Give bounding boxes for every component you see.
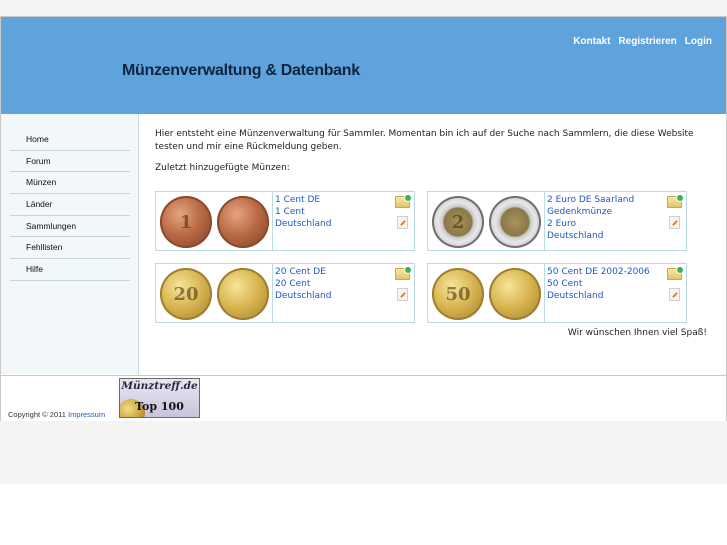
sidebar-item-hilfe[interactable]: Hilfe (10, 259, 130, 281)
coin-images[interactable]: 50 (428, 264, 545, 322)
coin-country-link[interactable]: Deutschland (547, 230, 665, 242)
muenztreff-top100-badge[interactable]: Münztreff.de Top 100 (119, 378, 200, 418)
coin-card: 2 2 Euro DE Saarland Gedenkmünze 2 Euro … (427, 191, 687, 251)
coin-info: 20 Cent DE 20 Cent Deutschland (275, 266, 331, 302)
coin-name-link[interactable]: 20 Cent DE (275, 266, 331, 278)
sidebar-item-home[interactable]: Home (10, 129, 130, 151)
coin-denomination-link[interactable]: 1 Cent (275, 206, 331, 218)
coin-info: 1 Cent DE 1 Cent Deutschland (275, 194, 331, 230)
coin-front-image[interactable]: 1 (160, 196, 212, 248)
coin-card: 50 50 Cent DE 2002-2006 50 Cent Deutschl… (427, 263, 687, 323)
folder-add-icon[interactable] (395, 194, 412, 208)
recent-coins-heading: Zuletzt hinzugefügte Münzen: (155, 163, 290, 173)
sidebar-item-muenzen[interactable]: Münzen (10, 172, 130, 195)
page-container: Münzenverwaltung & Datenbank Kontakt Reg… (0, 16, 727, 421)
coin-card: 20 20 Cent DE 20 Cent Deutschland (155, 263, 415, 323)
coin-images[interactable]: 2 (428, 192, 545, 250)
coin-country-link[interactable]: Deutschland (275, 290, 331, 302)
coin-back-image[interactable] (217, 196, 269, 248)
coin-face-value: 20 (173, 283, 199, 305)
coin-name-link[interactable]: 2 Euro DE Saarland Gedenkmünze (547, 194, 665, 218)
edit-icon[interactable] (669, 288, 680, 301)
sidebar-item-laender[interactable]: Länder (10, 194, 130, 216)
coin-front-image[interactable]: 50 (432, 268, 484, 320)
coin-back-image[interactable] (489, 196, 541, 248)
folder-add-icon[interactable] (667, 194, 684, 208)
main-content: Hier entsteht eine Münzenverwaltung für … (140, 114, 726, 374)
coin-card: 1 1 Cent DE 1 Cent Deutschland (155, 191, 415, 251)
copyright: Copyright © 2011 Impressum (8, 410, 105, 419)
intro-text: Hier entsteht eine Münzenverwaltung für … (155, 129, 694, 152)
kontakt-link[interactable]: Kontakt (573, 36, 610, 47)
page-bottom-band (0, 421, 727, 484)
badge-title: Münztreff.de (121, 380, 198, 392)
sidebar-nav: Home Forum Münzen Länder Sammlungen Fehl… (10, 129, 130, 281)
sidebar-item-fehllisten[interactable]: Fehllisten (10, 237, 130, 260)
coin-info: 2 Euro DE Saarland Gedenkmünze 2 Euro De… (547, 194, 665, 242)
sidebar: Home Forum Münzen Länder Sammlungen Fehl… (1, 114, 139, 374)
site-header: Münzenverwaltung & Datenbank Kontakt Reg… (1, 17, 726, 114)
coin-denomination-link[interactable]: 20 Cent (275, 278, 331, 290)
coin-denomination-link[interactable]: 50 Cent (547, 278, 650, 290)
browser-top-strip (0, 0, 727, 16)
coin-images[interactable]: 20 (156, 264, 273, 322)
coin-info: 50 Cent DE 2002-2006 50 Cent Deutschland (547, 266, 650, 302)
edit-icon[interactable] (669, 216, 680, 229)
edit-icon[interactable] (397, 216, 408, 229)
folder-add-icon[interactable] (395, 266, 412, 280)
coin-front-image[interactable]: 20 (160, 268, 212, 320)
coin-images[interactable]: 1 (156, 192, 273, 250)
coin-face-value: 2 (451, 211, 465, 233)
site-footer: Copyright © 2011 Impressum Münztreff.de … (1, 375, 726, 421)
coin-face-value: 50 (445, 283, 471, 305)
coin-country-link[interactable]: Deutschland (275, 218, 331, 230)
coin-name-link[interactable]: 1 Cent DE (275, 194, 331, 206)
closing-message: Wir wünschen Ihnen viel Spaß! (567, 328, 707, 338)
sidebar-item-forum[interactable]: Forum (10, 151, 130, 173)
coin-front-image[interactable]: 2 (432, 196, 484, 248)
impressum-link[interactable]: Impressum (68, 410, 105, 419)
coin-back-image[interactable] (217, 268, 269, 320)
top-navigation: Kontakt Registrieren Login (573, 36, 712, 47)
login-link[interactable]: Login (685, 36, 712, 47)
coin-country-link[interactable]: Deutschland (547, 290, 650, 302)
coin-name-link[interactable]: 50 Cent DE 2002-2006 (547, 266, 650, 278)
coin-denomination-link[interactable]: 2 Euro (547, 218, 665, 230)
copyright-text: Copyright © 2011 (8, 410, 66, 419)
edit-icon[interactable] (397, 288, 408, 301)
coin-face-value: 1 (179, 211, 193, 233)
coin-back-image[interactable] (489, 268, 541, 320)
folder-add-icon[interactable] (667, 266, 684, 280)
sidebar-item-sammlungen[interactable]: Sammlungen (10, 216, 130, 238)
badge-subtitle: Top 100 (135, 400, 184, 413)
registrieren-link[interactable]: Registrieren (618, 36, 676, 47)
site-title: Münzenverwaltung & Datenbank (122, 62, 360, 79)
